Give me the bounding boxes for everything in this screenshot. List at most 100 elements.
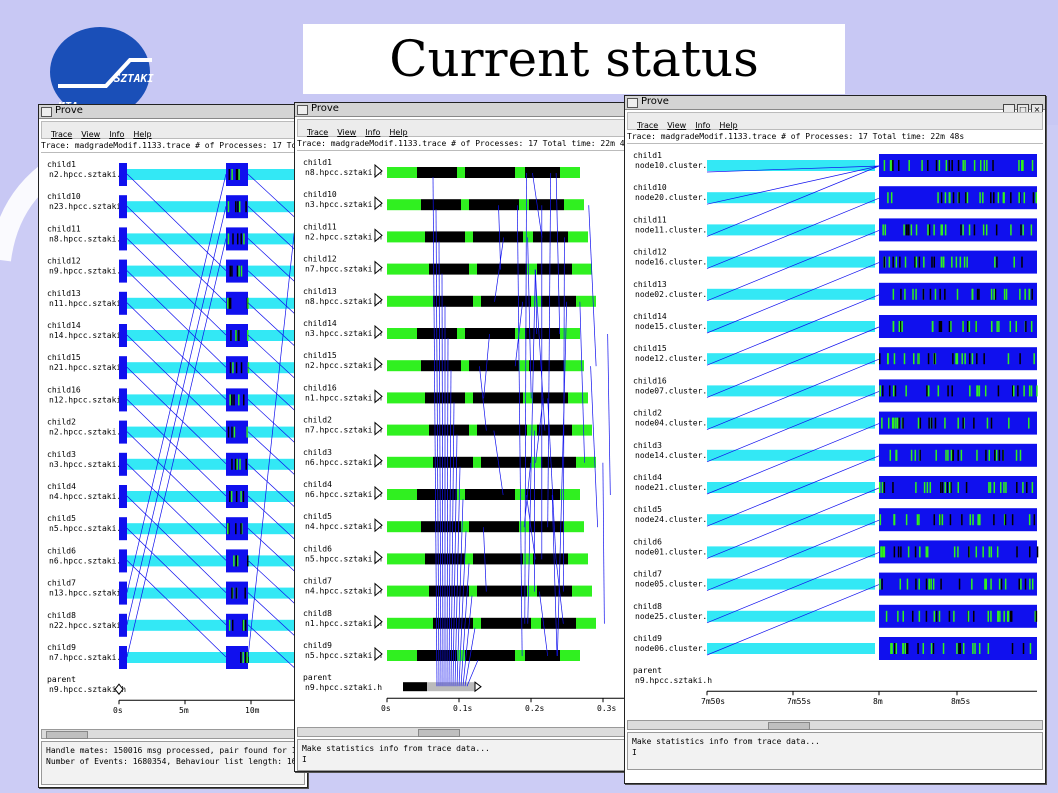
process-host: n12.hpcc.sztaki.h <box>49 395 131 404</box>
message-arrow <box>126 495 227 593</box>
process-host: n2.hpcc.sztaki.h <box>49 170 126 179</box>
event-mark <box>1036 385 1038 397</box>
trace-segment <box>515 650 525 661</box>
event-mark <box>893 546 896 558</box>
menu-bar: Trace View Info Help <box>41 121 305 139</box>
parent-segment <box>403 682 427 692</box>
process-name: child3 <box>47 450 76 459</box>
event-mark <box>998 449 1001 461</box>
message-arrow <box>247 270 300 319</box>
event-mark <box>960 449 963 461</box>
event-mark <box>881 578 883 590</box>
tick-label: 8m5s <box>951 697 970 706</box>
event-mark <box>888 385 891 397</box>
event-mark <box>1036 546 1039 558</box>
title-bar[interactable]: Prove <box>39 105 307 119</box>
event-mark <box>933 224 935 236</box>
trace-segment <box>481 456 531 468</box>
message-arrow <box>247 205 300 254</box>
event-mark <box>240 362 243 374</box>
trace-segment <box>417 167 457 178</box>
process-host: n22.hpcc.sztaki.h <box>49 621 131 630</box>
event-mark <box>978 385 981 397</box>
horizontal-scrollbar[interactable] <box>297 727 637 737</box>
event-mark <box>939 288 941 300</box>
message-arrow <box>527 237 532 399</box>
event-mark <box>245 458 247 470</box>
event-mark <box>231 265 233 277</box>
event-mark <box>922 288 925 300</box>
message-arrow <box>579 301 585 463</box>
process-name: child5 <box>303 512 332 521</box>
tick-label: 0s <box>113 706 123 715</box>
event-mark <box>917 417 920 429</box>
trace-segment <box>465 489 515 500</box>
trace-segment <box>473 553 523 565</box>
trace-segment <box>465 231 473 243</box>
activity-block <box>119 227 127 251</box>
process-name: child10 <box>47 192 81 201</box>
event-mark <box>234 458 237 470</box>
event-mark <box>240 491 242 502</box>
horizontal-scrollbar[interactable] <box>627 720 1043 730</box>
event-mark <box>236 265 239 277</box>
event-mark <box>925 610 928 622</box>
event-mark <box>1004 578 1007 590</box>
event-mark <box>997 192 1000 204</box>
activity-block <box>879 218 1037 242</box>
event-mark <box>231 458 233 470</box>
event-mark <box>951 385 953 397</box>
window-menu-icon[interactable] <box>41 107 52 117</box>
event-mark <box>984 385 987 397</box>
message-arrow <box>588 205 597 367</box>
trace-bar <box>119 330 299 341</box>
window-menu-icon[interactable] <box>297 105 308 115</box>
scroll-thumb[interactable] <box>418 729 460 737</box>
trace-bar <box>119 394 299 406</box>
event-mark <box>998 321 1000 332</box>
scroll-thumb[interactable] <box>46 731 88 739</box>
event-mark <box>1035 610 1038 622</box>
event-mark <box>966 192 969 204</box>
trace-plot[interactable]: child1 n2.hpcc.sztaki.h child10 n23.hpcc.sz… <box>41 153 305 727</box>
process-host: n9.hpcc.sztaki.h <box>49 267 126 276</box>
event-mark <box>895 417 897 429</box>
event-mark <box>962 224 964 236</box>
process-name: child7 <box>47 579 76 588</box>
process-host: n6.hpcc.sztaki.h <box>305 458 382 467</box>
trace-bar <box>707 192 875 204</box>
event-mark <box>939 514 941 526</box>
event-mark <box>918 578 920 590</box>
event-mark <box>233 426 236 438</box>
trace-segment <box>425 231 465 243</box>
process-name: child12 <box>303 255 337 264</box>
event-mark <box>930 643 933 654</box>
horizontal-scrollbar[interactable] <box>41 729 305 739</box>
message-arrow <box>607 333 611 496</box>
event-mark <box>973 610 975 622</box>
activity-block <box>226 420 248 444</box>
process-host: n6.hpcc.sztaki.h <box>305 490 382 499</box>
scroll-thumb[interactable] <box>768 722 810 730</box>
process-name: parent <box>47 675 76 684</box>
event-mark <box>993 192 995 204</box>
trace-plot[interactable]: child1 node10.cluster.c child10 node20.clus… <box>627 144 1043 718</box>
process-host: node04.cluster.c <box>635 419 712 428</box>
trace-plot[interactable]: child1 n8.hpcc.sztaki.h child10 n3.hpcc.szt… <box>297 151 637 725</box>
activity-block <box>879 250 1037 274</box>
event-mark <box>930 417 933 429</box>
window-menu-icon[interactable] <box>627 98 638 108</box>
event-mark <box>987 610 989 622</box>
event-mark <box>914 256 916 268</box>
event-mark <box>1031 288 1033 300</box>
event-mark <box>910 224 913 236</box>
event-mark <box>892 288 895 300</box>
message-arrow <box>247 463 300 512</box>
tick-label: 0.3s <box>597 704 616 713</box>
title-bar[interactable]: Prove _ □ × <box>625 96 1045 116</box>
trace-segment <box>560 328 580 339</box>
message-arrow <box>247 624 300 673</box>
trace-segment <box>429 263 469 275</box>
message-arrow <box>590 366 598 528</box>
title-bar[interactable]: Prove <box>295 103 639 117</box>
